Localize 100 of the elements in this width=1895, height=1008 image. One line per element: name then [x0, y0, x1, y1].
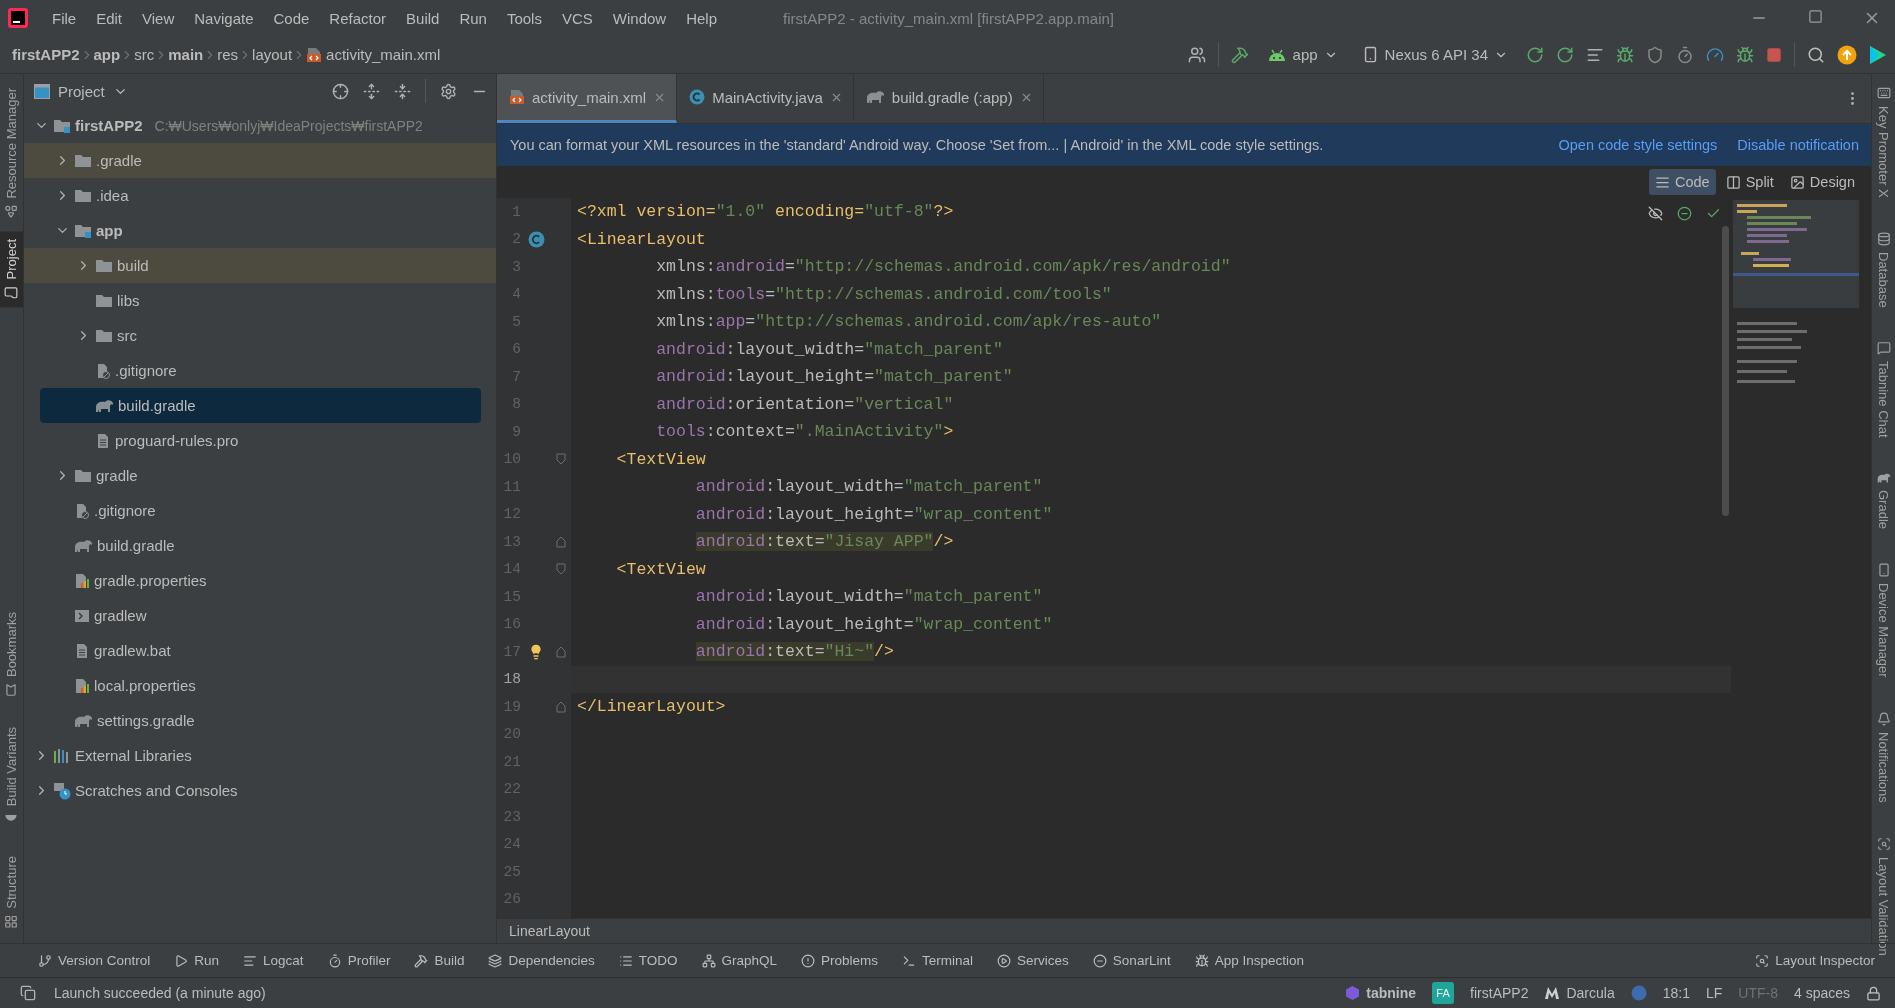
breadcrumb-item[interactable]: src: [134, 46, 155, 63]
tree-item[interactable]: firstAPP2 C:₩Users₩onlyj₩IdeaProjects₩firstAPP2: [24, 108, 496, 143]
tool-window-button[interactable]: Terminal: [902, 953, 974, 968]
expand-all-icon[interactable]: [363, 82, 380, 100]
menu-item[interactable]: Build: [396, 9, 450, 27]
side-tab[interactable]: Database: [1872, 225, 1895, 314]
caret-position[interactable]: 18:1: [1662, 985, 1690, 1001]
tree-item[interactable]: gradlew: [24, 598, 496, 633]
side-tab[interactable]: Resource Manager: [0, 80, 23, 227]
editor-breadcrumb[interactable]: LinearLayout: [509, 923, 590, 939]
lock-icon[interactable]: [1866, 985, 1881, 1001]
crosshair-icon[interactable]: [332, 82, 349, 100]
tool-window-button[interactable]: Dependencies: [488, 953, 595, 968]
breadcrumb-item[interactable]: activity_main.xml: [306, 46, 441, 63]
view-mode-button[interactable]: Design: [1783, 169, 1861, 195]
toolbox-logo-icon[interactable]: [1869, 44, 1887, 65]
tree-item[interactable]: build.gradle: [40, 388, 481, 423]
apply-changes-icon[interactable]: [1556, 45, 1574, 64]
tree-item[interactable]: Scratches and Consoles: [24, 773, 496, 808]
bug-icon[interactable]: [1736, 45, 1754, 64]
rerun-icon[interactable]: [1526, 45, 1544, 64]
tree-item[interactable]: gradle.properties: [24, 563, 496, 598]
tool-window-button[interactable]: Version Control: [38, 953, 151, 968]
side-tab[interactable]: Device Manager: [1872, 557, 1895, 684]
tool-window-button[interactable]: Build: [414, 953, 465, 968]
tool-window-button[interactable]: App Inspection: [1194, 953, 1304, 968]
settings-icon[interactable]: [440, 82, 457, 100]
side-tab[interactable]: Gradle: [1872, 466, 1895, 536]
device-dropdown[interactable]: Nexus 6 API 34: [1355, 46, 1514, 63]
indent-setting[interactable]: 4 spaces: [1793, 985, 1850, 1001]
tree-item[interactable]: .idea: [24, 178, 496, 213]
menu-item[interactable]: Edit: [86, 9, 133, 27]
side-tab[interactable]: Project: [0, 230, 23, 308]
users-icon[interactable]: [1187, 45, 1206, 64]
tool-window-button[interactable]: Problems: [801, 953, 879, 968]
tool-window-button[interactable]: TODO: [618, 953, 678, 968]
timer-icon[interactable]: [1676, 45, 1694, 64]
breadcrumb-item[interactable]: main: [168, 46, 204, 63]
circle-minus-icon[interactable]: [1677, 206, 1692, 221]
shield-icon[interactable]: [1646, 45, 1664, 64]
menu-item[interactable]: Navigate: [184, 9, 264, 27]
tool-window-button[interactable]: Profiler: [327, 953, 391, 968]
tree-item[interactable]: .gitignore: [24, 353, 496, 388]
editor-tab[interactable]: MainActivity.java: [677, 74, 854, 123]
notification-link[interactable]: Disable notification: [1737, 137, 1859, 153]
menu-item[interactable]: Run: [449, 9, 497, 27]
tree-item[interactable]: gradlew.bat: [24, 633, 496, 668]
side-tab[interactable]: Structure: [0, 848, 23, 937]
collapse-all-icon[interactable]: [394, 82, 411, 100]
menu-item[interactable]: View: [132, 9, 185, 27]
editor-tab[interactable]: build.gradle (:app): [853, 74, 1044, 123]
plugin-widget[interactable]: tabnine: [1345, 985, 1417, 1001]
breadcrumb-item[interactable]: res: [217, 46, 239, 63]
menu-item[interactable]: Refactor: [319, 9, 397, 27]
tree-item[interactable]: build: [24, 248, 496, 283]
tree-item[interactable]: app: [24, 213, 496, 248]
update-icon[interactable]: [1837, 44, 1857, 65]
eye-off-icon[interactable]: [1648, 206, 1663, 221]
tree-item[interactable]: libs: [24, 283, 496, 318]
side-tab[interactable]: Tabnine Chat: [1872, 335, 1895, 445]
tree-item[interactable]: proguard-rules.pro: [24, 423, 496, 458]
hammer-icon[interactable]: [1230, 45, 1249, 64]
menu-item[interactable]: Window: [602, 9, 677, 27]
side-tab[interactable]: Notifications: [1872, 705, 1895, 809]
project-name[interactable]: firstAPP2: [1470, 985, 1529, 1001]
lightbulb-icon[interactable]: [528, 643, 544, 660]
bug-icon[interactable]: [1616, 45, 1634, 64]
tree-item[interactable]: .gitignore: [24, 493, 496, 528]
side-tab[interactable]: Bookmarks: [0, 603, 23, 705]
tool-window-button[interactable]: Logcat: [243, 953, 304, 968]
menu-item[interactable]: Help: [676, 9, 728, 27]
gauge-icon[interactable]: [1706, 45, 1724, 64]
view-mode-button[interactable]: Split: [1719, 169, 1780, 195]
tree-item[interactable]: External Libraries: [24, 738, 496, 773]
tool-window-button[interactable]: Layout Inspector: [1755, 953, 1875, 968]
breadcrumb-item[interactable]: app: [93, 46, 121, 63]
side-tab[interactable]: Key Promoter X: [1872, 80, 1895, 204]
search-icon[interactable]: [1807, 45, 1825, 64]
menu-item[interactable]: Code: [263, 9, 320, 27]
panel-title[interactable]: Project: [34, 82, 128, 100]
tool-window-button[interactable]: GraphQL: [701, 953, 778, 968]
tool-window-button[interactable]: Run: [174, 953, 220, 968]
menu-item[interactable]: File: [42, 9, 87, 27]
view-mode-button[interactable]: Code: [1648, 169, 1716, 195]
breadcrumb-item[interactable]: layout: [252, 46, 293, 63]
tree-item[interactable]: build.gradle: [24, 528, 496, 563]
side-tab[interactable]: Build Variants: [0, 719, 23, 835]
tree-item[interactable]: .gradle: [24, 143, 496, 178]
panel-toggle-icon[interactable]: [20, 985, 36, 1001]
tree-item[interactable]: settings.gradle: [24, 703, 496, 738]
run-config-dropdown[interactable]: app: [1260, 46, 1344, 63]
theme-widget[interactable]: Darcula: [1544, 985, 1615, 1001]
tool-window-button[interactable]: Services: [997, 953, 1069, 968]
tree-item[interactable]: gradle: [24, 458, 496, 493]
notification-link[interactable]: Open code style settings: [1558, 137, 1718, 153]
tool-window-button[interactable]: SonarLint: [1092, 953, 1171, 968]
breadcrumb-item[interactable]: firstAPP2: [12, 46, 80, 63]
menu-item[interactable]: VCS: [551, 9, 603, 27]
tree-item[interactable]: local.properties: [24, 668, 496, 703]
tree-item[interactable]: src: [24, 318, 496, 353]
